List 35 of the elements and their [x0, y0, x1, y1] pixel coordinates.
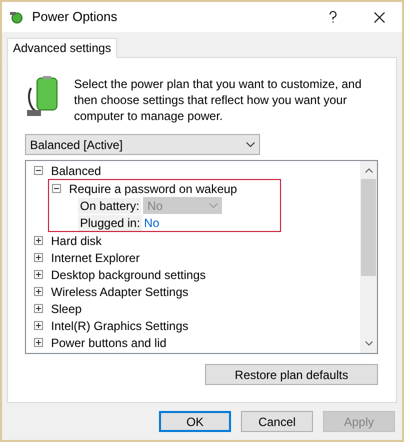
dialog-button[interactable]: OK — [159, 411, 231, 432]
tree-item[interactable]: Internet Explorer — [51, 248, 140, 266]
value-link[interactable]: No — [144, 214, 160, 232]
chevron-down-icon — [364, 341, 372, 346]
chevron-down-icon — [209, 203, 218, 208]
scrollbar-thumb[interactable] — [361, 179, 376, 276]
plan-dropdown[interactable]: Balanced [Active] — [25, 134, 260, 155]
tree-item[interactable]: Wireless Adapter Settings — [51, 282, 188, 300]
description-text: Select the power plan that you want to customize, and then choose settings that reflect how you want your computer to manage power. — [74, 76, 363, 124]
help-icon — [329, 11, 337, 23]
tree-item[interactable]: Require a password on wakeup — [69, 180, 238, 198]
expand-icon[interactable] — [34, 253, 43, 262]
tree-item[interactable]: Intel(R) Graphics Settings — [51, 316, 188, 334]
expand-icon[interactable] — [34, 304, 43, 313]
window-title: Power Options — [32, 8, 118, 26]
tree-item[interactable]: Hard disk — [51, 232, 102, 250]
expand-icon[interactable] — [34, 338, 43, 347]
restore-defaults-button[interactable]: Restore plan defaults — [205, 364, 378, 385]
chevron-up-icon — [364, 168, 372, 173]
tab[interactable]: Advanced settings — [7, 38, 118, 58]
expand-icon[interactable] — [34, 287, 43, 296]
close-icon — [374, 12, 384, 22]
expand-icon[interactable] — [34, 321, 43, 330]
setting-label: Plugged in: — [78, 214, 142, 230]
collapse-icon[interactable] — [52, 184, 61, 193]
setting-label: On battery: — [78, 198, 142, 214]
expand-icon[interactable] — [34, 270, 43, 279]
tree-item[interactable]: Power buttons and lid — [51, 334, 166, 352]
tree-item[interactable]: Sleep — [51, 300, 82, 318]
tree-item[interactable]: Desktop background settings — [51, 266, 206, 284]
collapse-icon[interactable] — [34, 166, 43, 175]
tree-item[interactable]: Balanced — [51, 162, 102, 180]
expand-icon[interactable] — [34, 236, 43, 245]
chevron-down-icon — [246, 142, 255, 147]
dialog-button[interactable]: Cancel — [241, 411, 313, 432]
